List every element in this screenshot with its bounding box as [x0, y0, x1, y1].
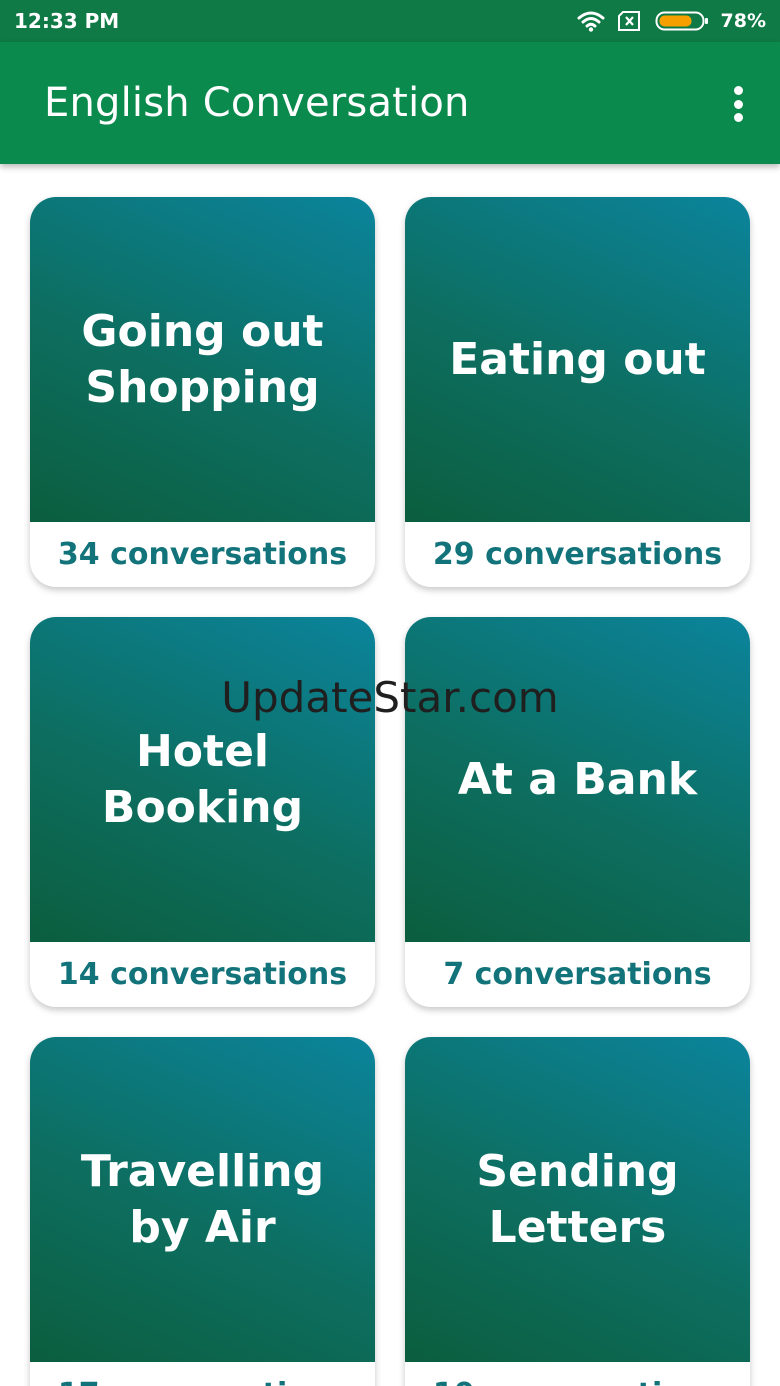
card-header: Hotel Booking — [30, 617, 375, 942]
status-time: 12:33 PM — [14, 9, 120, 33]
card-footer: 10 conversations — [405, 1362, 750, 1386]
conversation-count: 29 conversations — [432, 537, 723, 572]
card-title: Sending Letters — [476, 1145, 679, 1253]
card-title: Hotel Booking — [101, 725, 304, 833]
card-footer: 34 conversations — [30, 522, 375, 587]
status-icons: 78% — [577, 10, 766, 32]
app-bar: English Conversation — [0, 42, 780, 164]
card-title: Going out Shopping — [81, 305, 324, 413]
card-footer: 29 conversations — [405, 522, 750, 587]
category-card-sending-letters[interactable]: Sending Letters 10 conversations — [405, 1037, 750, 1386]
menu-dot — [733, 86, 743, 95]
overflow-menu-icon[interactable] — [726, 82, 750, 126]
card-header: Going out Shopping — [30, 197, 375, 522]
card-title: At a Bank — [457, 753, 698, 805]
category-card-eating-out[interactable]: Eating out 29 conversations — [405, 197, 750, 587]
card-header: At a Bank — [405, 617, 750, 942]
card-footer: 14 conversations — [30, 942, 375, 1007]
card-header: Sending Letters — [405, 1037, 750, 1362]
conversation-count: 14 conversations — [57, 957, 348, 992]
conversation-count: 34 conversations — [57, 537, 348, 572]
conversation-count: 7 conversations — [443, 957, 712, 992]
wifi-icon — [577, 10, 605, 32]
card-footer: 7 conversations — [405, 942, 750, 1007]
conversation-count: 10 conversations — [433, 1377, 722, 1386]
category-card-at-a-bank[interactable]: At a Bank 7 conversations — [405, 617, 750, 1007]
battery-icon — [655, 10, 709, 32]
card-header: Eating out — [405, 197, 750, 522]
status-bar: 12:33 PM 78% — [0, 0, 780, 42]
conversation-count: 17 conversations — [58, 1377, 347, 1386]
sim-disabled-icon — [617, 10, 643, 32]
card-header: Travelling by Air — [30, 1037, 375, 1362]
category-card-hotel-booking[interactable]: Hotel Booking 14 conversations — [30, 617, 375, 1007]
card-footer: 17 conversations — [30, 1362, 375, 1386]
battery-percent: 78% — [720, 10, 766, 32]
menu-dot — [733, 99, 743, 109]
category-card-going-out-shopping[interactable]: Going out Shopping 34 conversations — [30, 197, 375, 587]
app-title: English Conversation — [44, 80, 470, 126]
category-grid: Going out Shopping 34 conversations Eati… — [30, 197, 750, 1386]
card-title: Eating out — [449, 333, 706, 385]
menu-dot — [733, 113, 743, 122]
card-title: Travelling by Air — [80, 1145, 325, 1253]
category-card-travelling-by-air[interactable]: Travelling by Air 17 conversations — [30, 1037, 375, 1386]
